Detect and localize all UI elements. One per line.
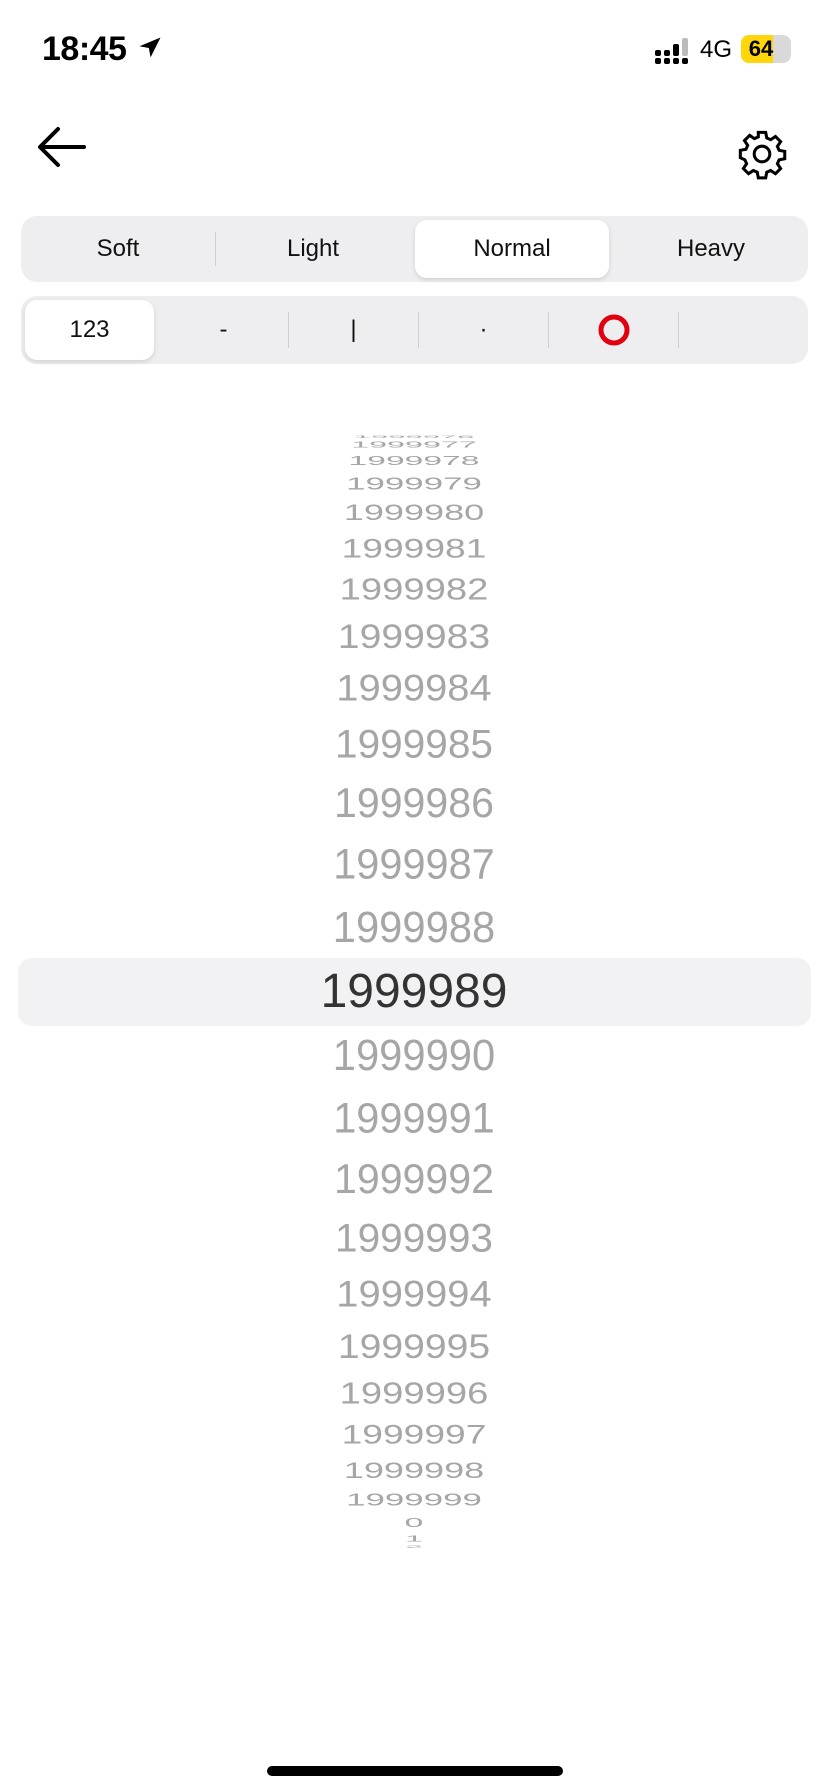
picker-row[interactable]: 1999976 — [122, 435, 705, 438]
picker-row[interactable]: 1999982 — [54, 575, 773, 605]
segment-bar[interactable]: | — [289, 296, 418, 364]
arrow-left-icon[interactable] — [36, 125, 88, 169]
segment-dot[interactable]: · — [419, 296, 548, 364]
picker-row[interactable]: 1999986 — [27, 782, 801, 824]
picker-row[interactable]: 1999981 — [64, 535, 764, 563]
segment-numbers[interactable]: 123 — [25, 300, 154, 360]
style-segmented-control: 123 - | · — [21, 296, 808, 364]
network-type: 4G — [700, 36, 733, 63]
picker-row[interactable]: 1999994 — [38, 1276, 789, 1313]
picker-row[interactable]: 1999993 — [32, 1219, 796, 1259]
battery-indicator: 64 — [741, 35, 791, 63]
segment-normal[interactable]: Normal — [415, 220, 609, 278]
signal-icon — [655, 38, 688, 64]
picker-row[interactable]: 1999977 — [110, 441, 718, 449]
picker-row[interactable]: 1999978 — [98, 454, 731, 467]
picker-row[interactable]: 1999990 — [21, 1034, 806, 1078]
location-arrow-icon — [139, 37, 161, 58]
picker-row[interactable]: 1 — [110, 1535, 718, 1543]
picker-row[interactable]: 1999997 — [64, 1422, 764, 1449]
picker-row[interactable]: 1999979 — [86, 474, 742, 493]
picker-row[interactable]: 1999996 — [54, 1378, 773, 1408]
picker-row[interactable]: 1999980 — [75, 502, 754, 524]
gear-icon[interactable] — [736, 128, 788, 180]
home-indicator[interactable] — [267, 1766, 563, 1776]
picker-row[interactable]: 1999999 — [86, 1491, 742, 1509]
picker-row[interactable]: 1999985 — [32, 725, 796, 764]
picker-row[interactable]: 1999983 — [46, 620, 782, 654]
picker-row[interactable]: 1999995 — [46, 1329, 782, 1364]
picker-row[interactable]: 1999987 — [24, 843, 805, 887]
picker-row[interactable]: 1999988 — [21, 906, 806, 950]
picker-row[interactable]: 1999998 — [75, 1459, 754, 1482]
battery-level: 64 — [748, 36, 774, 61]
divider — [410, 232, 411, 266]
picker-row[interactable]: 1999989 — [0, 968, 828, 1016]
segment-heavy[interactable]: Heavy — [614, 216, 808, 282]
segment-empty[interactable] — [679, 296, 808, 364]
intensity-segmented-control: Soft Light Normal Heavy — [21, 216, 808, 282]
status-time: 18:45 — [42, 30, 127, 68]
picker-row[interactable]: 1999991 — [24, 1097, 805, 1141]
red-circle-icon — [598, 314, 629, 346]
picker-row[interactable]: 2 — [122, 1546, 705, 1549]
segment-dash[interactable]: - — [159, 296, 288, 364]
picker-row[interactable]: 0 — [98, 1516, 731, 1530]
segment-circle[interactable] — [549, 296, 678, 364]
picker-row[interactable]: 1999992 — [27, 1159, 801, 1201]
picker-row[interactable]: 1999984 — [38, 670, 789, 708]
segment-soft[interactable]: Soft — [21, 216, 215, 282]
segment-light[interactable]: Light — [216, 216, 410, 282]
